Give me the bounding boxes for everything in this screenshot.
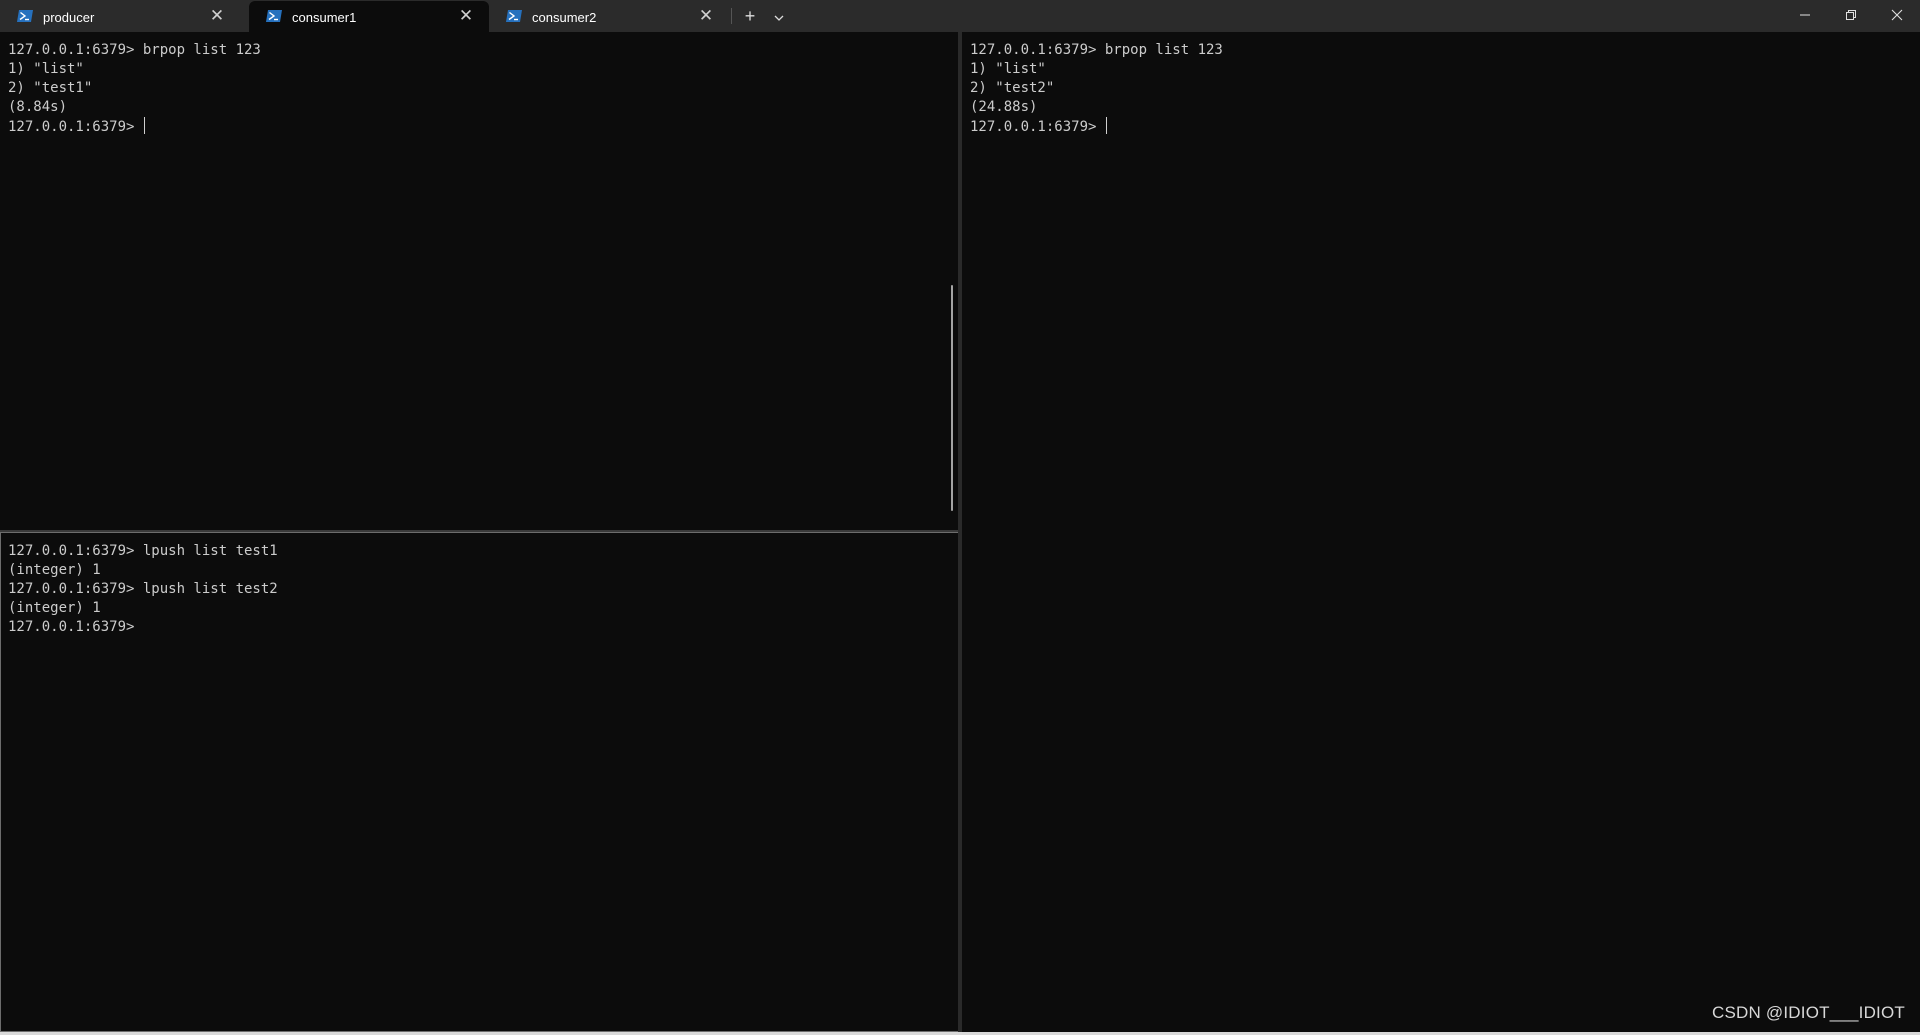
text-cursor bbox=[143, 117, 145, 134]
prompt-line[interactable]: 127.0.0.1:6379> bbox=[970, 117, 1223, 136]
tab-label: producer bbox=[43, 10, 95, 25]
close-icon bbox=[1891, 9, 1903, 21]
powershell-icon bbox=[266, 10, 282, 22]
plus-icon: + bbox=[744, 6, 756, 26]
terminal-line: 1) "list" bbox=[970, 61, 1046, 77]
prompt-line[interactable]: 127.0.0.1:6379> bbox=[8, 117, 261, 136]
terminal-line: 2) "test2" bbox=[970, 80, 1055, 96]
restore-button[interactable] bbox=[1828, 0, 1874, 30]
minimize-icon bbox=[1800, 14, 1810, 16]
chevron-down-icon bbox=[774, 15, 784, 21]
pane-top-left[interactable]: 127.0.0.1:6379> brpop list 123 1) "list"… bbox=[0, 32, 958, 530]
terminal-line: (24.88s) bbox=[970, 99, 1038, 115]
terminal-line: 2) "test1" bbox=[8, 80, 93, 96]
prompt-line[interactable]: 127.0.0.1:6379> bbox=[8, 618, 278, 637]
powershell-icon bbox=[17, 10, 33, 22]
pane-right[interactable]: 127.0.0.1:6379> brpop list 123 1) "list"… bbox=[962, 32, 1920, 1032]
tab-consumer2[interactable]: consumer2 ✕ bbox=[489, 1, 729, 32]
terminal-line: 127.0.0.1:6379> lpush list test1 bbox=[8, 543, 278, 559]
prompt-text: 127.0.0.1:6379> bbox=[970, 119, 1105, 135]
tab-consumer1[interactable]: consumer1 ✕ bbox=[249, 1, 489, 32]
terminal-line: 127.0.0.1:6379> lpush list test2 bbox=[8, 581, 278, 597]
close-icon[interactable]: ✕ bbox=[208, 7, 226, 25]
tab-label: consumer1 bbox=[292, 10, 357, 25]
tab-separator bbox=[731, 8, 732, 24]
text-cursor bbox=[1105, 117, 1107, 134]
close-icon[interactable]: ✕ bbox=[457, 7, 475, 25]
tab-dropdown-button[interactable] bbox=[765, 3, 793, 29]
terminal-line: 127.0.0.1:6379> brpop list 123 bbox=[8, 42, 261, 58]
terminal-line: (integer) 1 bbox=[8, 562, 101, 578]
tab-bar: producer ✕ consumer1 ✕ consumer2 ✕ + bbox=[0, 0, 1920, 32]
terminal-line: 127.0.0.1:6379> brpop list 123 bbox=[970, 42, 1223, 58]
terminal-output: 127.0.0.1:6379> lpush list test1 (intege… bbox=[8, 542, 278, 637]
terminal-output: 127.0.0.1:6379> brpop list 123 1) "list"… bbox=[8, 41, 261, 136]
restore-icon bbox=[1846, 10, 1856, 20]
scrollbar-thumb[interactable] bbox=[951, 285, 953, 511]
powershell-icon bbox=[506, 10, 522, 22]
terminal-line: (8.84s) bbox=[8, 99, 68, 115]
close-icon[interactable]: ✕ bbox=[697, 7, 715, 25]
new-tab-button[interactable]: + bbox=[736, 3, 764, 29]
prompt-text: 127.0.0.1:6379> bbox=[8, 119, 143, 135]
minimize-button[interactable] bbox=[1782, 0, 1828, 30]
pane-bottom-left[interactable]: 127.0.0.1:6379> lpush list test1 (intege… bbox=[0, 533, 958, 1032]
terminal-line: 1) "list" bbox=[8, 61, 84, 77]
terminal-line: (integer) 1 bbox=[8, 600, 101, 616]
terminal-output: 127.0.0.1:6379> brpop list 123 1) "list"… bbox=[970, 41, 1223, 136]
close-window-button[interactable] bbox=[1874, 0, 1920, 30]
tab-label: consumer2 bbox=[532, 10, 597, 25]
tab-producer[interactable]: producer ✕ bbox=[0, 1, 240, 32]
terminal-window: producer ✕ consumer1 ✕ consumer2 ✕ + 127… bbox=[0, 0, 1920, 1035]
watermark: CSDN @IDIOT___IDIOT bbox=[1712, 1003, 1905, 1022]
